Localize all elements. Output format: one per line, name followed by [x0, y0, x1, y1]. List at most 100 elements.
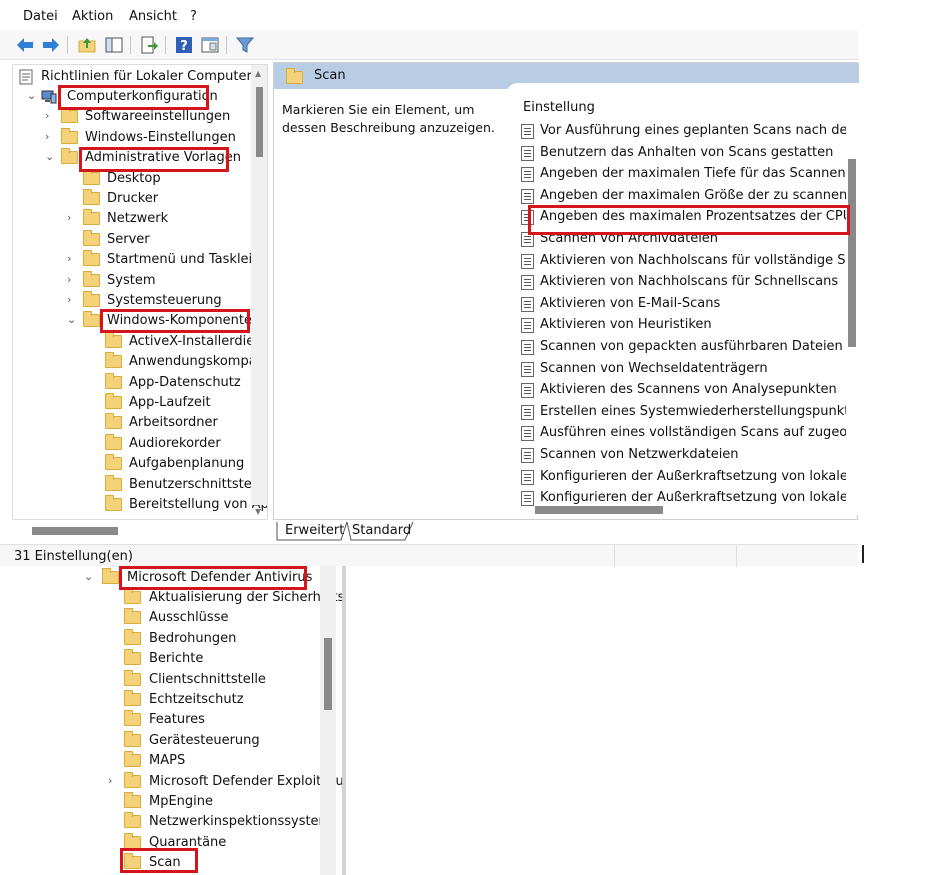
chevron-down-icon[interactable]: ⌄	[84, 570, 93, 583]
tree-item[interactable]: Clientschnittstelle	[108, 669, 342, 690]
scroll-up-icon[interactable]: ▲	[255, 69, 261, 78]
tree-item[interactable]: › Softwareeinstellungen	[45, 107, 267, 127]
setting-row[interactable]: Erstellen eines Systemwiederherstellungs…	[521, 402, 851, 422]
forward-arrow-icon[interactable]	[41, 35, 61, 55]
tree-item[interactable]: Echtzeitschutz	[108, 690, 342, 710]
tree-item[interactable]: MpEngine	[108, 792, 342, 812]
setting-row[interactable]: Aktivieren von E-Mail-Scans	[521, 294, 851, 314]
up-folder-icon[interactable]	[77, 35, 97, 55]
setting-row[interactable]: Konfigurieren der Außerkraftsetzung von …	[521, 467, 851, 487]
setting-row[interactable]: Scannen von Wechseldatenträgern	[521, 359, 851, 379]
tree-item[interactable]: Berichte	[108, 649, 342, 669]
chevron-icon[interactable]: ›	[45, 109, 49, 122]
tree-item[interactable]: Gerätesteuerung	[108, 730, 342, 751]
setting-row[interactable]: Aktivieren von Heuristiken	[521, 315, 851, 335]
setting-label: Konfigurieren der Außerkraftsetzung von …	[540, 468, 851, 484]
setting-row[interactable]: Ausführen eines vollständigen Scans auf …	[521, 423, 851, 443]
policy-setting-icon	[521, 448, 534, 463]
tree-vertical-scrollbar[interactable]: ▲ ▼	[251, 65, 267, 516]
tree-item-label: Aufgabenplanung	[129, 456, 245, 472]
settings-scroll-thumb[interactable]	[848, 159, 856, 347]
tree-item-label: Netzwerkinspektionssystem	[149, 814, 332, 830]
chevron-icon[interactable]: ⌄	[27, 89, 36, 102]
chevron-icon[interactable]: ⌄	[45, 150, 54, 163]
tree-item[interactable]: › Microsoft Defender Exploit Guard	[108, 771, 342, 792]
tree-item[interactable]: Drucker	[67, 189, 267, 209]
tab-erweitert[interactable]: Erweitert	[285, 523, 344, 538]
tree-scroll-thumb[interactable]	[256, 87, 263, 157]
chevron-icon[interactable]: ›	[67, 293, 71, 306]
tree-item[interactable]: Audiorekorder	[89, 433, 267, 454]
chevron-icon[interactable]: ›	[45, 130, 49, 143]
tree-item[interactable]: › Netzwerk	[67, 209, 267, 229]
show-tree-icon[interactable]	[104, 35, 124, 55]
column-header-einstellung[interactable]: Einstellung	[523, 100, 595, 115]
setting-label: Vor Ausführung eines geplanten Scans nac…	[540, 123, 851, 138]
tree-item[interactable]: › Startmenü und Taskleiste	[67, 250, 267, 270]
chevron-icon[interactable]: ›	[108, 774, 112, 787]
setting-label: Aktivieren von E-Mail-Scans	[540, 295, 721, 311]
tree-item[interactable]: Anwendungskompatibilität	[89, 352, 267, 372]
policy-setting-icon	[521, 426, 534, 442]
menu-aktion[interactable]: Aktion	[72, 9, 113, 24]
pane-divider[interactable]	[342, 566, 346, 875]
tree-item[interactable]: Bedrohungen	[108, 628, 342, 649]
tree-item[interactable]: Aktualisierung der Sicherheitsinformatio…	[108, 588, 342, 608]
tree-item[interactable]: Ausschlüsse	[108, 608, 342, 628]
setting-row[interactable]: Aktivieren von Nachholscans für vollstän…	[521, 251, 851, 271]
tree-item[interactable]: ActiveX-Installerdienst	[89, 331, 267, 352]
menu-datei[interactable]: Datei	[23, 9, 58, 24]
filter-icon[interactable]	[235, 35, 255, 55]
tree-item[interactable]: Bereitstellung von Apps	[89, 495, 267, 515]
tree-horizontal-scroll-thumb[interactable]	[32, 527, 118, 535]
chevron-icon[interactable]: ›	[67, 273, 71, 286]
back-arrow-icon[interactable]	[15, 35, 35, 55]
tree-item[interactable]: › Systemsteuerung	[67, 291, 267, 311]
tree-root[interactable]: Richtlinien für Lokaler Computer	[17, 67, 257, 87]
folder-icon	[61, 127, 78, 144]
menu-help[interactable]: ?	[190, 9, 197, 24]
tree-item[interactable]: Netzwerkinspektionssystem	[108, 812, 342, 832]
setting-row[interactable]: Vor Ausführung eines geplanten Scans nac…	[521, 121, 851, 141]
tree-item[interactable]: App-Datenschutz	[89, 372, 267, 393]
scroll-down-icon[interactable]: ▼	[255, 507, 261, 516]
tree-item[interactable]: Aufgabenplanung	[89, 454, 267, 474]
tree-item[interactable]: › Windows-Einstellungen	[45, 127, 267, 148]
help-icon[interactable]: ?	[174, 35, 194, 55]
tree-item[interactable]: App-Laufzeit	[89, 393, 267, 413]
setting-row[interactable]: Benutzern das Anhalten von Scans gestatt…	[521, 143, 851, 163]
defender-tree-scroll-thumb[interactable]	[324, 638, 332, 710]
setting-label: Scannen von gepackten ausführbaren Datei…	[540, 339, 843, 354]
tree-item[interactable]: Arbeitsordner	[89, 413, 267, 433]
setting-row[interactable]: Angeben der maximalen Tiefe für das Scan…	[521, 164, 851, 184]
settings-vertical-scrollbar[interactable]	[846, 95, 858, 515]
tree-item[interactable]: Benutzerschnittstelle	[89, 474, 267, 495]
folder-icon	[124, 628, 141, 645]
chevron-icon[interactable]: ⌄	[67, 313, 76, 326]
window-edge	[862, 545, 864, 563]
settings-horizontal-scroll-thumb[interactable]	[535, 506, 663, 514]
menu-ansicht[interactable]: Ansicht	[129, 9, 177, 24]
setting-row[interactable]: Angeben der maximalen Größe der zu scann…	[521, 186, 851, 206]
setting-row[interactable]: Scannen von Netzwerkdateien	[521, 445, 851, 465]
chevron-icon[interactable]: ›	[67, 252, 71, 265]
folder-icon	[124, 792, 141, 808]
folder-icon	[124, 730, 141, 747]
setting-row[interactable]: Scannen von gepackten ausführbaren Datei…	[521, 337, 851, 357]
properties-icon[interactable]	[200, 35, 220, 55]
setting-row[interactable]: Aktivieren des Scannens von Analysepunkt…	[521, 380, 851, 400]
setting-row[interactable]: Aktivieren von Nachholscans für Schnells…	[521, 272, 851, 292]
folder-icon	[105, 331, 122, 348]
export-icon[interactable]	[139, 35, 159, 55]
defender-tree-scrollbar[interactable]	[320, 566, 336, 875]
tree-item-label: Audiorekorder	[129, 435, 221, 451]
tree-item[interactable]: Server	[67, 229, 267, 250]
tree-item[interactable]: MAPS	[108, 751, 342, 771]
policy-setting-icon	[521, 167, 534, 183]
chevron-icon[interactable]: ›	[67, 211, 71, 224]
tree-item[interactable]: › System	[67, 270, 267, 291]
tree-item-label: MpEngine	[149, 794, 214, 809]
toolbar-separator	[67, 36, 68, 54]
tab-standard[interactable]: Standard	[352, 523, 411, 538]
tree-item[interactable]: Features	[108, 710, 342, 730]
